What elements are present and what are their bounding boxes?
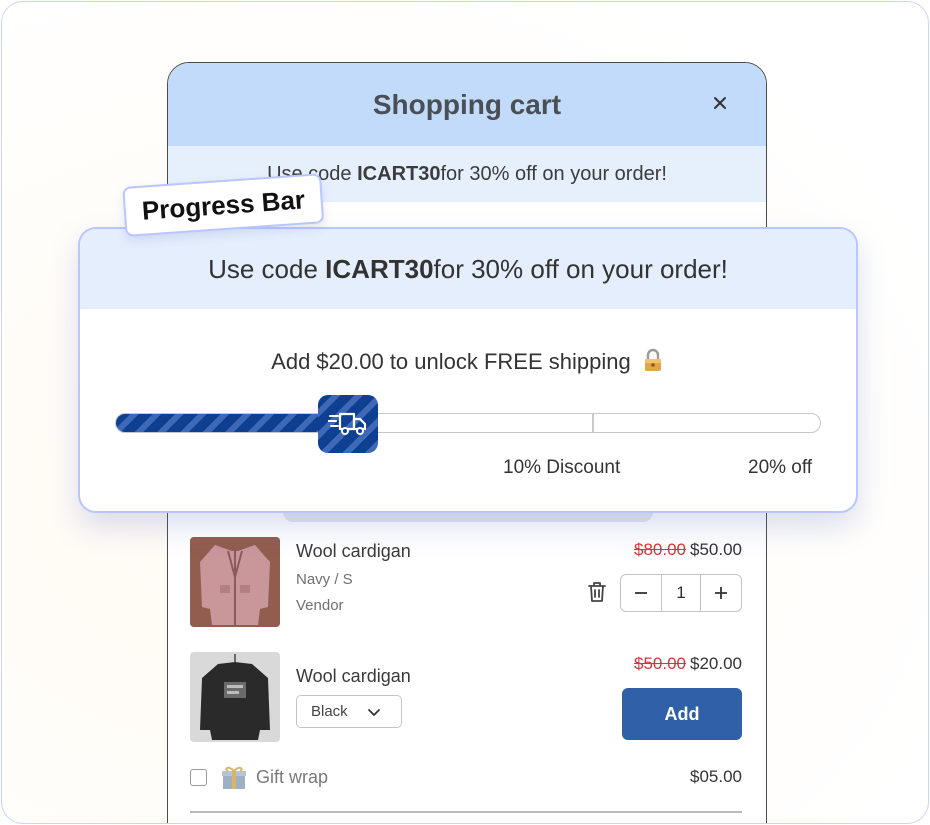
shipping-milestone-badge [317,395,378,453]
trash-icon[interactable] [586,580,608,604]
promo-suffix: for 30% off on your order! [433,253,728,284]
progress-bar-card: Use code ICART30 for 30% off on your ord… [78,227,858,513]
sale-price: $20.00 [690,654,742,673]
increase-quantity-button[interactable] [701,575,741,611]
product-image-sweatshirt[interactable] [190,652,280,742]
canvas-frame: Shopping cart Use code ICART30 for 30% o… [1,1,929,824]
gift-wrap-row: Gift wrap $05.00 [190,763,742,793]
lock-icon [644,348,661,371]
plus-icon [715,587,727,599]
progress-track [115,413,821,433]
milestone-label-final: 20% off [748,457,813,478]
quantity-value[interactable]: 1 [661,575,701,611]
gift-box-icon [222,766,246,789]
original-price: $80.00 [634,540,686,559]
close-icon[interactable] [710,93,730,113]
upsell-item: Wool cardigan Black $50.00 $20.00 Add [190,652,742,744]
promo-code: ICART30 [357,162,441,185]
cart-title: Shopping cart [372,88,562,120]
item-price: $80.00 $50.00 [634,540,742,560]
chevron-down-icon [368,709,380,716]
delivery-truck-icon [327,412,367,435]
free-shipping-message: Add $20.00 to unlock FREE shipping [80,348,856,375]
item-price: $50.00 $20.00 [634,654,742,674]
divider [190,811,742,813]
item-vendor: Vendor [296,597,344,614]
item-title[interactable]: Wool cardigan [296,666,411,687]
promo-code: ICART30 [325,253,434,284]
milestone-label-discount: 10% Discount [503,457,621,478]
shipping-message-text: Add $20.00 to unlock FREE shipping [271,349,631,374]
item-title[interactable]: Wool cardigan [296,541,411,562]
variant-select[interactable]: Black [296,695,402,728]
product-image-cardigan[interactable] [190,537,280,627]
cart-header: Shopping cart [168,63,766,146]
item-variant: Navy / S [296,571,353,588]
gift-wrap-checkbox[interactable] [190,769,207,786]
milestone-tick [592,413,594,433]
quantity-stepper: 1 [620,574,742,612]
promo-suffix: for 30% off on your order! [440,162,667,185]
gift-wrap-price: $05.00 [690,767,742,786]
original-price: $50.00 [634,654,686,673]
decrease-quantity-button[interactable] [621,575,661,611]
card-promo-banner: Use code ICART30 for 30% off on your ord… [80,229,856,309]
minus-icon [635,592,647,594]
progress-fill [116,414,349,432]
promo-prefix: Use code [208,253,318,284]
add-to-cart-button[interactable]: Add [622,688,742,740]
cart-item: Wool cardigan Navy / S Vendor $80.00 $50.… [190,537,742,629]
selected-variant: Black [311,703,348,720]
sale-price: $50.00 [690,540,742,559]
gift-wrap-label: Gift wrap [256,767,329,787]
